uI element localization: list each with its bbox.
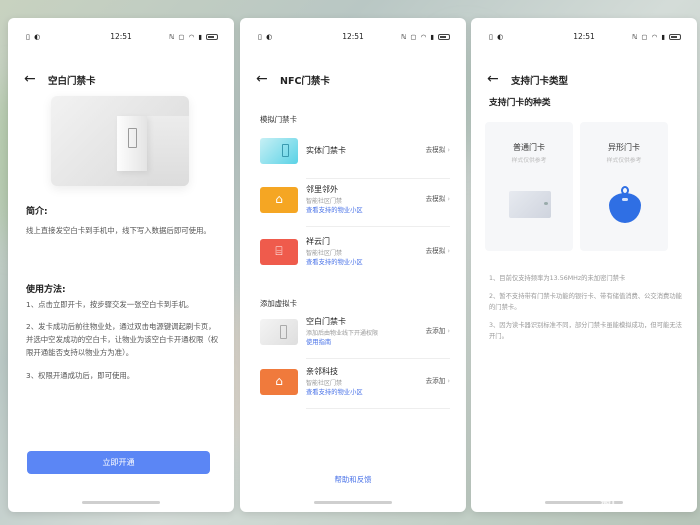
group-simulate-label: 模拟门禁卡 [260,115,297,124]
blank-card-icon [260,319,298,345]
note-3: 3、因为读卡器识别标准不同，部分门禁卡虽能模拟成功，但可能无法开门。 [489,322,682,340]
watermark: 新 值 众 测 [600,491,688,510]
action-label: 去添加 [425,327,446,335]
house-icon: ⌂ [260,187,298,213]
divider [306,178,450,179]
home-indicator[interactable] [314,501,392,504]
screen-nfc-card: ▯ ◐ 12:51 ℕ ▢ ◠ ▮ ← NFC门禁卡 模拟门禁卡 实体门禁卡 去… [240,18,466,512]
home-icon: ⌂ [260,369,298,395]
door-icon [117,116,147,171]
item-subtitle: 智能社区门禁 [306,380,343,387]
status-right-icons: ℕ ▢ ◠ ▮ [632,33,681,41]
action-label: 去模拟 [425,195,446,203]
add-button[interactable]: 去添加 › [426,375,450,385]
user-guide-link[interactable]: 使用指南 [306,337,331,346]
item-name: 空白门禁卡 [306,317,346,326]
fob-hole [622,198,628,201]
chevron-right-icon: › [447,146,450,154]
chevron-right-icon: › [447,247,450,255]
screen-blank-card: ▯ ◐ 12:51 ℕ ▢ ◠ ▮ ← 空白门禁卡 简介: 线上直接发空白卡到手… [8,18,234,512]
simulate-button[interactable]: 去模拟 › [426,193,450,203]
add-button[interactable]: 去添加 › [426,325,450,335]
battery-icon [669,34,681,40]
usage-step-3: 3、权限开通成功后，即可使用。 [26,371,135,380]
top-bar: ← NFC门禁卡 [256,71,450,89]
supported-communities-link[interactable]: 查看支持的物业小区 [306,205,363,214]
gate-glyph: ⌸ [275,244,283,258]
note-1: 1、目前仅支持频率为13.56MHz的未加密门禁卡 [489,275,626,282]
page-title: 支持门卡类型 [511,76,569,87]
status-bar: ▯ ◐ 12:51 ℕ ▢ ◠ ▮ [471,32,697,44]
list-item-qinlin[interactable]: ⌂ 亲邻科技 智能社区门禁 查看支持的物业小区 去添加 › [260,366,450,406]
house-glyph: ⌂ [275,192,283,206]
plain-card-icon [509,191,551,218]
group-virtual-label: 添加虚拟卡 [260,299,297,308]
type-note: 样式仅供参考 [511,158,547,164]
item-subtitle: 添加后由物业线下开通权限 [306,330,379,337]
status-bar: ▯ ◐ 12:51 ℕ ▢ ◠ ▮ [240,32,466,44]
status-right-icons: ℕ ▢ ◠ ▮ [401,33,450,41]
open-now-button[interactable]: 立即开通 [27,451,210,474]
intro-heading: 简介: [26,207,48,217]
list-item-blank-card[interactable]: 空白门禁卡 添加后由物业线下开通权限 使用指南 去添加 › [260,316,450,356]
chevron-right-icon: › [447,327,450,335]
page-title: 空白门禁卡 [48,76,96,87]
type-name: 异形门卡 [608,143,640,152]
item-name: 亲邻科技 [306,367,338,376]
list-item-physical-card[interactable]: 实体门禁卡 去模拟 › [260,135,450,175]
card-shade [147,116,189,186]
home-glyph: ⌂ [275,374,283,388]
type-card-special: 异形门卡 样式仅供参考 [580,122,668,251]
list-item-linli[interactable]: ⌂ 邻里邻外 智能社区门禁 查看支持的物业小区 去模拟 › [260,184,450,224]
battery-icon [438,34,450,40]
signal-wifi-icon: ℕ ▢ ◠ ▮ [632,33,666,41]
door-gate-icon: ⌸ [260,239,298,265]
item-name: 邻里邻外 [306,185,338,194]
blank-card-illustration [51,96,189,186]
chevron-right-icon: › [447,195,450,203]
card-icon [260,138,298,164]
home-indicator[interactable] [82,501,160,504]
chevron-right-icon: › [447,377,450,385]
status-bar: ▯ ◐ 12:51 ℕ ▢ ◠ ▮ [8,32,234,44]
type-name: 普通门卡 [513,143,545,152]
simulate-button[interactable]: 去模拟 › [426,144,450,154]
type-note: 样式仅供参考 [606,158,642,164]
top-bar: ← 支持门卡类型 [487,71,681,89]
top-bar: ← 空白门禁卡 [24,71,218,89]
simulate-button[interactable]: 去模拟 › [426,245,450,255]
back-arrow-icon[interactable]: ← [256,71,268,87]
item-name: 实体门禁卡 [306,146,346,155]
supported-communities-link[interactable]: 查看支持的物业小区 [306,387,363,396]
item-subtitle: 智能社区门禁 [306,198,343,205]
divider [306,408,450,409]
supported-communities-link[interactable]: 查看支持的物业小区 [306,257,363,266]
divider [306,358,450,359]
intro-text: 线上直接发空白卡到手机中，线下写入数据后即可使用。 [26,226,211,235]
signal-wifi-icon: ℕ ▢ ◠ ▮ [401,33,435,41]
item-subtitle: 智能社区门禁 [306,250,343,257]
type-card-regular: 普通门卡 样式仅供参考 [485,122,573,251]
help-feedback-link[interactable]: 帮助和反馈 [240,474,466,485]
back-arrow-icon[interactable]: ← [487,71,499,87]
list-item-xiangyun[interactable]: ⌸ 祥云门 智能社区门禁 查看支持的物业小区 去模拟 › [260,236,450,276]
usage-step-2: 2、发卡成功后前往物业处，通过双击电源键调起刷卡页，并选中空发成功的空白卡，让物… [26,322,219,357]
note-2: 2、暂不支持带有门禁卡功能的银行卡、带有储值消费、公交消费功能的门禁卡。 [489,293,682,311]
signal-wifi-icon: ℕ ▢ ◠ ▮ [169,33,203,41]
divider [306,226,450,227]
usage-heading: 使用方法: [26,285,66,295]
key-fob-icon [609,186,641,224]
usage-step-1: 1、点击立即开卡，按步骤交发一张空白卡到手机。 [26,300,194,309]
item-name: 祥云门 [306,237,330,246]
page-title: NFC门禁卡 [280,76,330,87]
action-label: 去模拟 [425,146,446,154]
action-label: 去模拟 [425,247,446,255]
screen-card-types: ▯ ◐ 12:51 ℕ ▢ ◠ ▮ ← 支持门卡类型 支持门卡的种类 普通门卡 … [471,18,697,512]
card-types-heading: 支持门卡的种类 [489,98,551,108]
status-right-icons: ℕ ▢ ◠ ▮ [169,33,218,41]
battery-icon [206,34,218,40]
action-label: 去添加 [425,377,446,385]
back-arrow-icon[interactable]: ← [24,71,36,87]
